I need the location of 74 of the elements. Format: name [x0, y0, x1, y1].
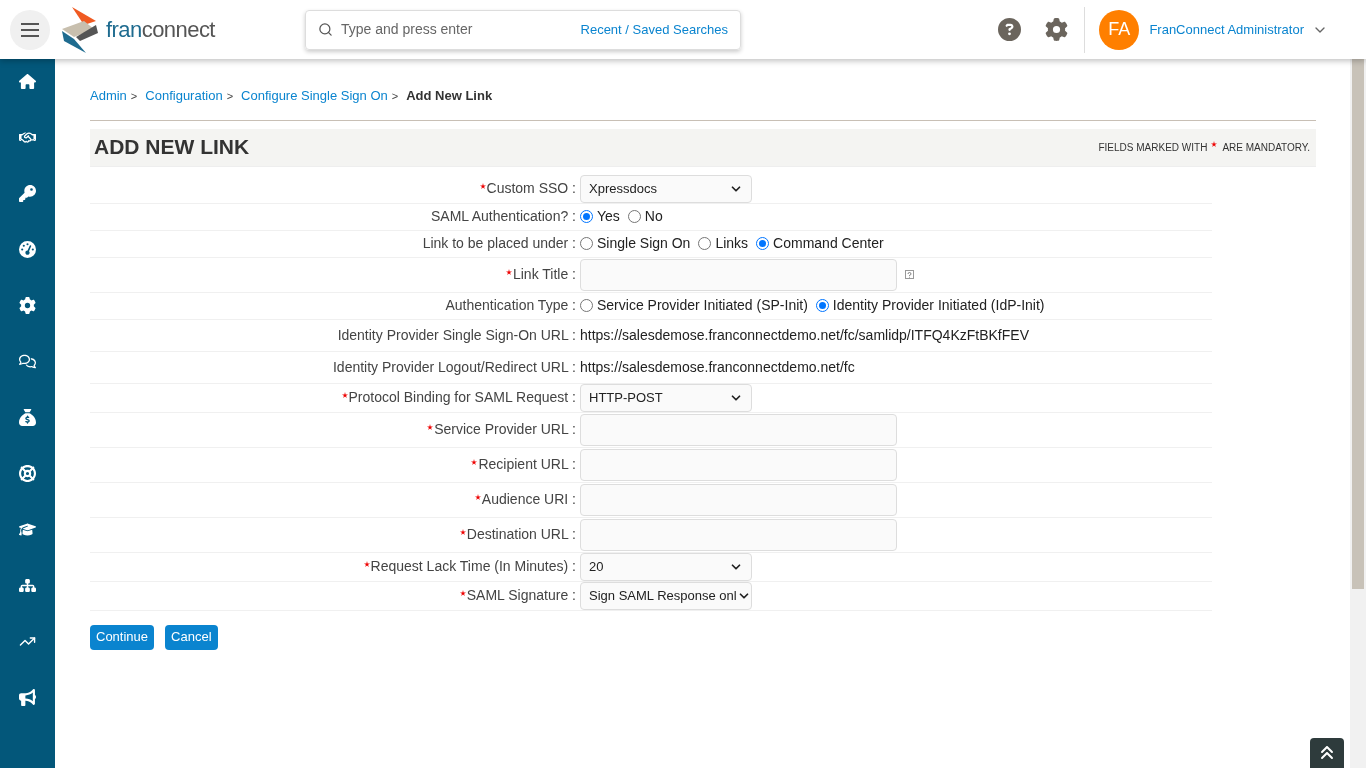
recent-searches-link[interactable]: Recent / Saved Searches: [580, 19, 728, 40]
gauge-icon[interactable]: [19, 241, 36, 258]
dropdown[interactable]: Xpressdocs: [580, 174, 752, 203]
text-field[interactable]: [580, 258, 897, 291]
field-label: Identity Provider Logout/Redirect URL :: [332, 357, 576, 377]
radio-option[interactable]: Identity Provider Initiated (IdP-Init): [815, 295, 1045, 316]
url-value: https://salesdemose.franconnectdemo.net/fc/samlidp/ITFQ4KzFtBKfFEV: [580, 327, 1029, 343]
radio-button[interactable]: [580, 299, 593, 312]
text-field[interactable]: [580, 483, 897, 516]
double-chevron-up-icon: [1319, 745, 1335, 761]
settings-icon[interactable]: [19, 297, 36, 314]
mandatory-note: FIELDS MARKED WITH: [1098, 140, 1208, 155]
scroll-top-button[interactable]: [1310, 738, 1344, 768]
logo-text[interactable]: franconnect: [106, 13, 215, 46]
menu-icon: [21, 22, 39, 37]
scrollbar[interactable]: [1350, 59, 1366, 768]
field-label: SAML Authentication? :: [430, 207, 576, 226]
radio-button[interactable]: [627, 210, 641, 223]
life-ring-icon[interactable]: [19, 465, 36, 482]
field-label: Service Provider URL :: [434, 420, 576, 439]
field-label: SAML Signature :: [466, 586, 576, 605]
radio-option[interactable]: Command Center: [756, 233, 884, 254]
breadcrumb-link[interactable]: Configuration: [145, 86, 223, 106]
menu-button[interactable]: [10, 9, 50, 50]
chat-bubbles-icon[interactable]: [19, 353, 36, 370]
field-label: Link Title :: [512, 265, 576, 284]
field-label: Destination URL :: [466, 525, 576, 544]
field-label: Custom SSO :: [486, 179, 576, 198]
breadcrumb-link[interactable]: Configure Single Sign On: [241, 86, 388, 106]
text-field[interactable]: [580, 518, 897, 551]
dropdown[interactable]: HTTP-POST: [580, 383, 752, 412]
field-label: Request Lack Time (In Minutes) :: [370, 557, 576, 576]
text-field[interactable]: [580, 413, 897, 446]
radio-button[interactable]: [698, 237, 712, 250]
help-icon[interactable]: [905, 270, 914, 279]
help-icon[interactable]: [998, 18, 1022, 41]
radio-option[interactable]: Service Provider Initiated (SP-Init): [580, 295, 808, 316]
search-field[interactable]: Type and press enter: [340, 19, 581, 40]
field-label: Recipient URL :: [478, 455, 576, 474]
breadcrumb-link[interactable]: Admin: [90, 86, 127, 106]
user-menu[interactable]: FranConnect Administrator: [1149, 19, 1304, 40]
breadcrumb-separator: >: [226, 88, 234, 104]
search-icon: [317, 22, 333, 37]
radio-option[interactable]: Yes: [580, 206, 620, 227]
megaphone-icon[interactable]: [19, 689, 36, 706]
money-bag-icon[interactable]: [19, 409, 36, 426]
field-label: Protocol Binding for SAML Request :: [348, 388, 576, 407]
field-label: Authentication Type :: [445, 296, 576, 315]
mandatory-note: ARE MANDATORY.: [1222, 140, 1310, 155]
continue-button[interactable]: Continue: [90, 624, 155, 650]
text-field[interactable]: [580, 448, 897, 481]
key-icon[interactable]: [19, 185, 36, 202]
radio-option[interactable]: Single Sign On: [580, 233, 691, 254]
graduation-cap-icon[interactable]: [19, 521, 36, 538]
breadcrumb-separator: >: [130, 88, 138, 104]
page-title: ADD NEW LINK: [94, 134, 250, 161]
hierarchy-icon[interactable]: [19, 577, 36, 594]
dropdown[interactable]: Sign SAML Response onl: [580, 581, 752, 610]
handshake-icon[interactable]: [19, 129, 36, 146]
radio-option[interactable]: No: [627, 206, 663, 227]
cancel-button[interactable]: Cancel: [165, 624, 218, 650]
radio-button[interactable]: [580, 237, 593, 250]
field-label: Identity Provider Single Sign-On URL :: [337, 325, 576, 345]
breadcrumb-current: Add New Link: [406, 87, 493, 105]
radio-option[interactable]: Links: [698, 233, 749, 254]
required-mark-icon: [1211, 141, 1218, 147]
field-label: Link to be placed under :: [422, 234, 576, 253]
settings-icon[interactable]: [1045, 18, 1069, 41]
field-label: Audience URI :: [481, 490, 576, 509]
search-bar[interactable]: Type and press enter Recent / Saved Searches: [304, 9, 741, 50]
dropdown[interactable]: 20: [580, 552, 752, 581]
breadcrumb-separator: >: [391, 88, 399, 104]
url-value: https://salesdemose.franconnectdemo.net/fc: [580, 359, 855, 375]
home-icon[interactable]: [19, 73, 36, 90]
